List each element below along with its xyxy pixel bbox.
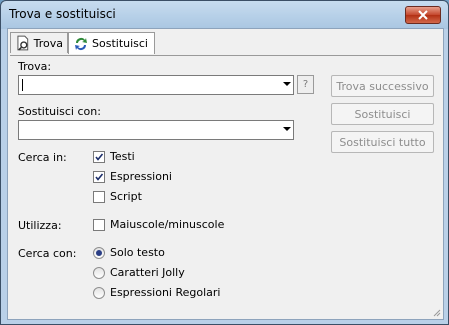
replace-label: Sostituisci con: — [18, 105, 101, 118]
replace-combobox[interactable] — [18, 120, 294, 141]
checkbox-script-label[interactable]: Script — [110, 190, 142, 203]
radio-plain-text-label[interactable]: Solo testo — [110, 246, 165, 259]
checkmark-icon — [95, 173, 104, 181]
tab-find[interactable]: Trova — [10, 32, 68, 53]
radio-plain-text[interactable] — [93, 247, 105, 259]
checkbox-match-case-label[interactable]: Maiuscole/minuscole — [110, 218, 224, 231]
text-caret — [22, 79, 23, 91]
close-button[interactable] — [405, 6, 441, 24]
chevron-down-icon[interactable] — [283, 82, 291, 86]
search-with-label: Cerca con: — [18, 247, 77, 260]
window-title: Trova e sostituisci — [9, 7, 116, 21]
tab-find-label: Trova — [33, 36, 63, 50]
replace-arrows-icon — [75, 37, 87, 50]
dialog-window: Trova e sostituisci Trova Sostituisci Tr… — [0, 0, 449, 325]
use-label: Utilizza: — [18, 219, 62, 232]
tab-divider — [10, 55, 441, 56]
checkbox-texts-label[interactable]: Testi — [110, 150, 135, 163]
find-combobox[interactable] — [18, 75, 294, 96]
find-next-button[interactable]: Trova successivo — [331, 75, 434, 97]
checkbox-script[interactable] — [93, 191, 105, 203]
find-doc-icon — [17, 35, 29, 51]
replace-button[interactable]: Sostituisci — [331, 103, 434, 125]
close-icon — [418, 10, 428, 20]
search-in-label: Cerca in: — [18, 151, 67, 164]
dialog-body: Trova Sostituisci Trova: ? Sostituisci c… — [7, 28, 444, 320]
checkbox-expressions[interactable] — [93, 171, 105, 183]
checkbox-match-case[interactable] — [93, 219, 105, 231]
checkbox-texts[interactable] — [93, 151, 105, 163]
find-input[interactable] — [19, 76, 279, 96]
find-label: Trova: — [18, 60, 52, 73]
tab-replace[interactable]: Sostituisci — [68, 32, 155, 54]
tab-replace-label: Sostituisci — [92, 37, 148, 50]
replace-all-button[interactable]: Sostituisci tutto — [331, 131, 434, 153]
resize-grip-icon[interactable] — [431, 307, 441, 317]
radio-regex[interactable] — [93, 287, 105, 299]
radio-wildcards[interactable] — [93, 267, 105, 279]
help-button[interactable]: ? — [297, 75, 314, 94]
checkmark-icon — [95, 153, 104, 161]
radio-wildcards-label[interactable]: Caratteri Jolly — [110, 266, 185, 279]
radio-regex-label[interactable]: Espressioni Regolari — [110, 286, 221, 299]
checkbox-expressions-label[interactable]: Espressioni — [110, 170, 172, 183]
title-bar[interactable]: Trova e sostituisci — [1, 1, 448, 27]
replace-input[interactable] — [19, 121, 279, 141]
chevron-down-icon[interactable] — [283, 127, 291, 131]
